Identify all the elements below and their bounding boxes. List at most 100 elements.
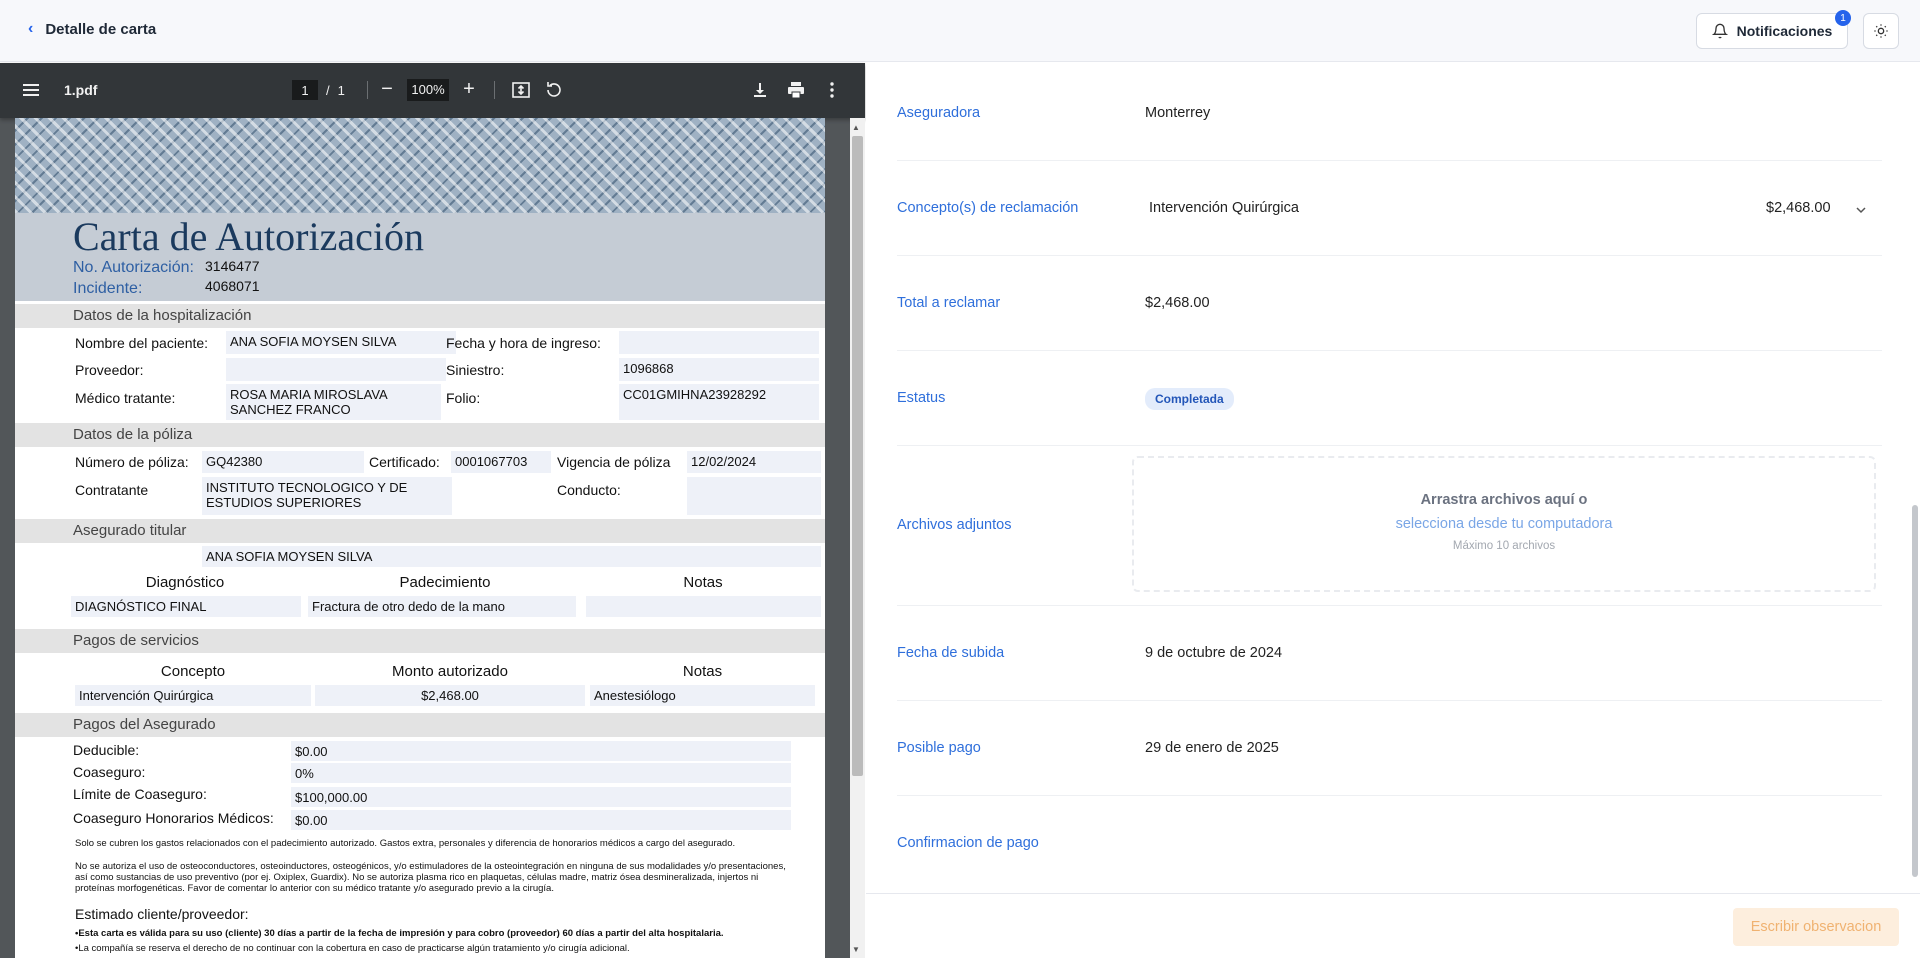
insured-value: ANA SOFIA MOYSEN SILVA — [202, 546, 821, 567]
coinsurance-value: 0% — [291, 763, 791, 783]
conduct-label: Conducto: — [557, 482, 621, 498]
diag-cell-diagnosis: DIAGNÓSTICO FINAL — [71, 596, 301, 617]
concept-amount: $2,468.00 — [1766, 200, 1831, 216]
drop-max-files: Máximo 10 archivos — [1452, 540, 1556, 552]
patient-value: ANA SOFIA MOYSEN SILVA — [226, 331, 456, 354]
insurer-label: Aseguradora — [897, 105, 981, 121]
validity-value: 12/02/2024 — [687, 451, 821, 473]
letter-header: Carta de Autorización No. Autorización: … — [15, 213, 825, 301]
pdf-page-control: 1 / 1 — [292, 80, 345, 100]
top-bar: ‹ Detalle de carta — [0, 0, 1920, 62]
certificate-value: 0001067703 — [451, 451, 551, 473]
svc-header-concept: Concepto — [160, 663, 226, 680]
contractor-value: INSTITUTO TECNOLOGICO Y DE ESTUDIOS SUPE… — [202, 477, 452, 515]
notifications-label: Notificaciones — [1736, 23, 1833, 39]
svc-header-notes: Notas — [682, 663, 723, 680]
diag-header-condition: Padecimiento — [399, 574, 491, 591]
coinsurance-label: Coaseguro: — [73, 764, 146, 780]
diag-cell-condition: Fractura de otro dedo de la mano — [308, 596, 576, 617]
zoom-out-icon[interactable]: − — [379, 78, 395, 101]
detail-row — [897, 256, 1882, 351]
admission-value — [619, 331, 819, 354]
pdf-page: Carta de Autorización No. Autorización: … — [15, 118, 825, 958]
status-label: Estatus — [897, 390, 946, 406]
concept-value: Intervención Quirúrgica — [1149, 200, 1299, 216]
chevron-left-icon: ‹ — [28, 20, 34, 37]
deductible-label: Deducible: — [73, 742, 140, 758]
theme-toggle-button[interactable] — [1863, 13, 1899, 49]
total-label: Total a reclamar — [897, 295, 1001, 311]
page-title: Detalle de carta — [45, 20, 157, 38]
diag-header-diagnosis: Diagnóstico — [145, 574, 225, 591]
details-panel: Aseguradora Monterrey Concepto(s) de rec… — [866, 63, 1920, 893]
upload-date-label: Fecha de subida — [897, 645, 1005, 661]
policy-label: Número de póliza: — [75, 454, 189, 470]
drop-instructions: Arrastra archivos aquí o — [1420, 492, 1588, 508]
rotate-icon[interactable] — [544, 80, 564, 100]
note-reserve: •La compañía se reserva el derecho de no… — [75, 943, 630, 954]
pdf-file-name: 1.pdf — [64, 82, 98, 98]
section-policy: Datos de la póliza — [15, 423, 825, 447]
provider-label: Proveedor: — [75, 362, 144, 378]
bell-icon — [1711, 23, 1728, 39]
select-files-link[interactable]: selecciona desde tu computadora — [1134, 516, 1874, 532]
notifications-button[interactable]: Notificaciones — [1696, 13, 1848, 49]
pdf-scrollbar-thumb[interactable] — [852, 136, 863, 776]
page-number-input[interactable]: 1 — [292, 80, 318, 100]
provider-value — [226, 358, 446, 381]
detail-row — [897, 351, 1882, 446]
incident-value: 4068071 — [205, 278, 260, 294]
claim-label: Siniestro: — [446, 362, 505, 378]
coins-limit-value: $100,000.00 — [291, 787, 791, 807]
zoom-input[interactable]: 100% — [407, 78, 449, 101]
notifications-count-badge: 1 — [1835, 10, 1851, 26]
more-options-icon[interactable] — [822, 80, 842, 100]
diag-cell-notes — [586, 596, 821, 617]
insurer-value: Monterrey — [1145, 105, 1211, 121]
write-observation-button[interactable]: Escribir observacion — [1733, 908, 1899, 946]
section-services: Pagos de servicios — [15, 629, 825, 653]
print-icon[interactable] — [786, 80, 806, 100]
detail-row — [897, 63, 1882, 161]
contractor-label: Contratante — [75, 482, 149, 498]
possible-payment-label: Posible pago — [897, 740, 981, 756]
note-coverage: Solo se cubren los gastos relacionados c… — [75, 838, 736, 849]
concepts-label: Concepto(s) de reclamación — [897, 200, 1079, 216]
claim-value: 1096868 — [619, 358, 819, 381]
payment-confirmation-label: Confirmacion de pago — [897, 835, 1039, 851]
validity-label: Vigencia de póliza — [557, 454, 671, 470]
pdf-viewer: 1.pdf 1 / 1 − 100% + Carta de Autorizaci… — [0, 63, 865, 958]
file-drop-zone[interactable]: Arrastra archivos aquí o selecciona desd… — [1132, 456, 1876, 592]
estimate-label: Estimado cliente/proveedor: — [75, 906, 249, 922]
coins-fees-value: $0.00 — [291, 810, 791, 830]
scroll-down-icon[interactable]: ▼ — [852, 945, 860, 954]
svc-cell-notes: Anestesiólogo — [590, 685, 815, 706]
auth-value: 3146477 — [205, 258, 260, 274]
sun-icon — [1874, 24, 1888, 38]
svc-cell-amount: $2,468.00 — [315, 685, 585, 706]
total-pages: 1 — [337, 82, 345, 98]
toolbar-divider — [367, 81, 368, 99]
details-scrollbar[interactable] — [1912, 505, 1918, 877]
svc-cell-concept: Intervención Quirúrgica — [75, 685, 311, 706]
chevron-down-icon[interactable] — [1854, 203, 1868, 217]
download-icon[interactable] — [750, 80, 770, 100]
toolbar-divider — [494, 81, 495, 99]
scroll-up-icon[interactable]: ▲ — [852, 123, 860, 132]
section-insured: Asegurado titular — [15, 519, 825, 543]
fit-page-icon[interactable] — [511, 80, 531, 100]
status-badge: Completada — [1145, 388, 1234, 410]
zoom-in-icon[interactable]: + — [461, 78, 477, 101]
policy-value: GQ42380 — [202, 451, 364, 473]
note-restrictions: No se autoriza el uso de osteoconductore… — [75, 861, 786, 894]
coins-limit-label: Límite de Coaseguro: — [73, 786, 207, 802]
menu-icon[interactable] — [22, 81, 40, 99]
zoom-control: − 100% + — [379, 78, 477, 101]
diag-header-notes: Notas — [683, 574, 723, 591]
detail-row — [897, 606, 1882, 701]
possible-payment-value: 29 de enero de 2025 — [1145, 740, 1279, 756]
svc-header-amount: Monto autorizado — [392, 663, 508, 680]
decorative-pattern — [15, 118, 825, 213]
section-insured-payments: Pagos del Asegurado — [15, 713, 825, 737]
back-button[interactable]: ‹ Detalle de carta — [28, 20, 156, 38]
